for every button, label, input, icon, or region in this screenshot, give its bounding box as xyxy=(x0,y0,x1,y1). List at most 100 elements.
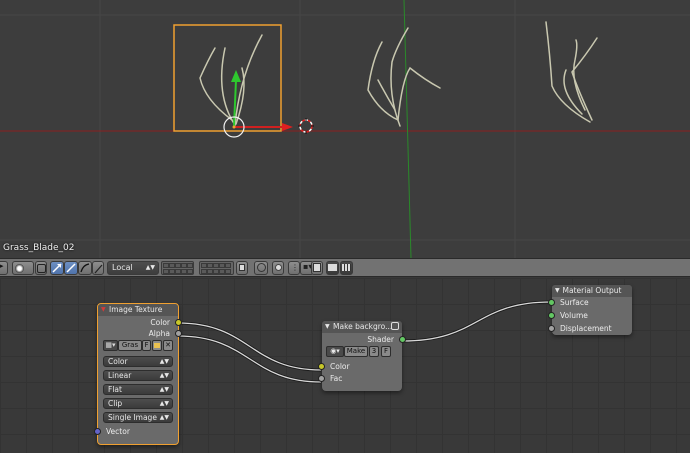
input-vector: Vector xyxy=(94,425,178,438)
material-output-node[interactable]: ▼ Material Output Surface Volume Displace… xyxy=(548,285,632,335)
dropdown-arrow-icon: ▲▼ xyxy=(159,358,169,365)
grass-blade-selected[interactable] xyxy=(199,34,263,126)
render-preview-button[interactable] xyxy=(311,261,323,275)
node-group-icon[interactable] xyxy=(391,322,399,330)
render-anim-button[interactable] xyxy=(326,261,339,275)
layer-5[interactable] xyxy=(187,263,193,268)
film-icon xyxy=(342,264,351,271)
input-volume-socket[interactable] xyxy=(548,312,555,319)
output-shader: Shader xyxy=(322,333,406,346)
snap-icon: ⋮ xyxy=(291,263,299,272)
open-image-button[interactable] xyxy=(152,340,162,351)
node-title: Material Output xyxy=(562,286,622,295)
blender-window: Grass_Blade_02 ▸ Local ▲▼ ⋮ ▪▾ ▼ Image T… xyxy=(0,0,690,453)
projection-dropdown[interactable]: Flat ▲▼ xyxy=(103,384,173,395)
input-fac-socket[interactable] xyxy=(318,375,325,382)
image-texture-node[interactable]: ▼ Image Texture Color Alpha ▦▾ Gras F ✕ C… xyxy=(94,303,182,445)
input-displacement-socket[interactable] xyxy=(548,325,555,332)
image-selector[interactable]: ▦▾ Gras F ✕ xyxy=(103,340,173,352)
output-color-socket[interactable] xyxy=(175,319,182,326)
group-users-count[interactable]: 3 xyxy=(369,346,379,357)
shading-mode-button[interactable]: ▸ xyxy=(0,261,8,275)
collapse-icon[interactable]: ▼ xyxy=(101,304,106,316)
extension-dropdown[interactable]: Clip ▲▼ xyxy=(103,398,173,409)
socket-label: Shader xyxy=(367,335,394,344)
rotate-button[interactable] xyxy=(64,261,78,275)
node-tree-icon: ◉▾ xyxy=(330,347,340,355)
collapse-icon[interactable]: ▼ xyxy=(325,321,330,333)
dropdown-arrow-icon: ▲▼ xyxy=(159,400,169,407)
dropdown-value: Clip xyxy=(108,399,123,408)
falloff-icon xyxy=(275,264,282,271)
orientation-value: Local xyxy=(112,263,133,272)
rotate-icon xyxy=(66,263,76,273)
input-volume: Volume xyxy=(548,309,632,322)
scale-icon xyxy=(80,263,90,273)
input-displacement: Displacement xyxy=(548,322,632,335)
layer-grid-1[interactable] xyxy=(161,261,194,275)
translate-icon xyxy=(52,263,62,273)
grass-blade-3[interactable] xyxy=(545,21,598,123)
input-surface-socket[interactable] xyxy=(548,299,555,306)
source-dropdown[interactable]: Single Image ▲▼ xyxy=(103,412,173,423)
group-name-field[interactable]: Make xyxy=(344,346,368,357)
node-group-selector[interactable]: ◉▾ Make 3 F xyxy=(326,346,398,358)
group-fake-user-button[interactable]: F xyxy=(381,346,391,357)
image-browse-button[interactable]: ▦▾ xyxy=(103,340,118,351)
input-surface: Surface xyxy=(548,296,632,309)
group-browse-button[interactable]: ◉▾ xyxy=(326,346,344,357)
image-name-field[interactable]: Gras xyxy=(118,340,142,351)
layer-10[interactable] xyxy=(225,263,231,268)
layer-grid-2[interactable] xyxy=(199,261,234,275)
color-space-dropdown[interactable]: Color ▲▼ xyxy=(103,356,173,367)
proportional-edit-button[interactable] xyxy=(254,261,268,275)
render-region-button[interactable] xyxy=(340,261,353,275)
dropdown-arrow-icon: ▲▼ xyxy=(159,372,169,379)
socket-label: Displacement xyxy=(560,324,612,333)
make-background-group-node[interactable]: ▼ Make backgro... Shader ◉▾ Make 3 F Colo… xyxy=(318,321,406,391)
input-color-socket[interactable] xyxy=(318,363,325,370)
dropdown-value: Single Image xyxy=(108,413,157,422)
viewport-grid xyxy=(0,0,690,258)
translate-manipulator[interactable] xyxy=(223,70,293,138)
snap-toggle-button[interactable]: ⋮ xyxy=(288,261,300,275)
manipulator-toggle[interactable] xyxy=(35,261,47,275)
viewport-canvas[interactable] xyxy=(0,0,690,258)
3d-viewport[interactable]: Grass_Blade_02 xyxy=(0,0,690,258)
lock-layers-button[interactable] xyxy=(236,261,248,275)
layer-20[interactable] xyxy=(225,269,231,274)
dropdown-value: Linear xyxy=(108,371,132,380)
translate-button[interactable] xyxy=(50,261,64,275)
proportional-falloff-button[interactable] xyxy=(272,261,284,275)
active-object-name: Grass_Blade_02 xyxy=(3,243,75,253)
transform-orientation-select[interactable]: Local ▲▼ xyxy=(107,261,159,275)
socket-label: Fac xyxy=(330,374,343,383)
input-fac: Fac xyxy=(318,372,402,385)
manipulator-icon xyxy=(37,264,46,273)
scale-button[interactable] xyxy=(78,261,92,275)
socket-label: Surface xyxy=(560,298,589,307)
proportional-icon xyxy=(257,263,266,272)
input-vector-socket[interactable] xyxy=(94,428,101,435)
unlink-image-button[interactable]: ✕ xyxy=(163,340,173,351)
grass-blade-2[interactable] xyxy=(367,27,441,127)
node-editor[interactable]: ▼ Image Texture Color Alpha ▦▾ Gras F ✕ C… xyxy=(0,278,690,453)
output-shader-socket[interactable] xyxy=(399,336,406,343)
dropdown-value: Color xyxy=(108,357,128,366)
node-title: Image Texture xyxy=(109,305,163,314)
chevron-icon: ▸ xyxy=(0,262,4,270)
layer-15[interactable] xyxy=(187,269,193,274)
node-header[interactable]: ▼ Make backgro... xyxy=(322,321,402,333)
image-icon: ▦▾ xyxy=(105,341,116,349)
folder-icon xyxy=(154,343,160,348)
output-alpha: Alpha xyxy=(98,327,182,340)
dropdown-arrow-icon: ▲▼ xyxy=(159,414,169,421)
fake-user-button[interactable]: F xyxy=(142,340,151,351)
socket-label: Vector xyxy=(106,427,130,436)
viewport-shading-dropdown[interactable] xyxy=(12,261,34,275)
transform-orientation-button[interactable] xyxy=(92,261,104,275)
output-alpha-socket[interactable] xyxy=(175,330,182,337)
y-axis-line xyxy=(403,0,412,258)
interpolation-dropdown[interactable]: Linear ▲▼ xyxy=(103,370,173,381)
node-header[interactable]: ▼ Image Texture xyxy=(98,304,178,316)
